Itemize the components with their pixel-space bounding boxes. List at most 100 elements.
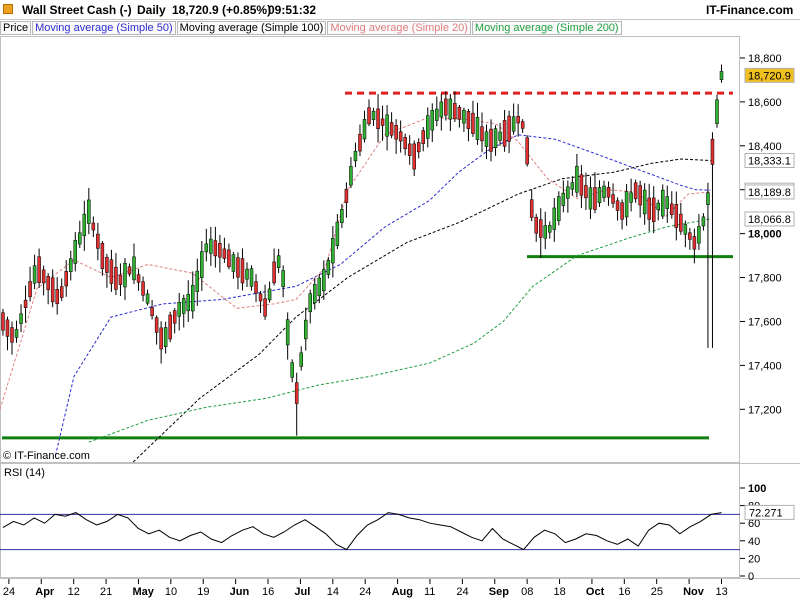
x-tick-label: 24 [359, 586, 371, 598]
candle-body [1, 312, 5, 331]
candle-body [227, 249, 231, 268]
candle-body [154, 317, 159, 333]
x-tick-label: 16 [262, 586, 274, 598]
candle-body [584, 185, 588, 199]
candle-body [552, 207, 557, 230]
candle-body [236, 257, 240, 278]
rsi-tick-label: 60 [748, 518, 760, 530]
candle-body [191, 285, 195, 312]
candle-body [525, 137, 529, 165]
price-tick-label: 17,200 [748, 404, 782, 416]
candle-body [78, 232, 82, 245]
candle-body [172, 310, 177, 324]
candle-body [326, 260, 331, 275]
rsi-pane-border [0, 463, 740, 578]
price-pane-border [0, 36, 740, 463]
candle-body [629, 192, 633, 203]
candle-body [290, 362, 294, 378]
candle-body [285, 319, 290, 346]
candle-body [534, 216, 538, 234]
candle-body [453, 103, 457, 120]
candle-body [566, 186, 570, 199]
copyright-label: © IT-Finance.com [3, 450, 90, 462]
candle-body [14, 329, 19, 338]
candle-body [493, 128, 498, 148]
candle-body [466, 111, 471, 129]
candle-body [570, 182, 575, 190]
candle-body [299, 352, 303, 367]
candle-body [73, 240, 78, 264]
candle-body [186, 294, 190, 312]
candle-body [475, 116, 480, 140]
price-chart[interactable]: 17,20017,40017,60017,80018,00018,20018,4… [0, 0, 800, 600]
candle-body [624, 191, 629, 218]
candle-body [715, 99, 719, 124]
candle-body [28, 281, 32, 298]
candle-body [159, 327, 163, 350]
candle-body [394, 125, 398, 140]
candle-body [358, 133, 362, 152]
x-tick-label: 13 [716, 586, 728, 598]
candle-body [421, 130, 425, 144]
candle-body [204, 243, 209, 253]
candle-body [23, 299, 28, 308]
candle-body [109, 259, 114, 284]
candle-body [254, 281, 258, 294]
candle-body [367, 107, 371, 125]
rsi-tick-label: 100 [748, 483, 766, 495]
candle-body [380, 118, 385, 126]
price-tick-label: 18,000 [748, 229, 782, 241]
candle-body [276, 255, 281, 268]
x-tick-label: 24 [456, 586, 468, 598]
candle-body [435, 108, 439, 121]
candle-body [489, 128, 493, 152]
candle-body [64, 271, 68, 287]
candle-body [511, 116, 516, 132]
rsi-tick-label: 40 [748, 536, 760, 548]
candle-body [674, 204, 679, 228]
candle-body [335, 221, 340, 246]
candle-body [710, 138, 715, 165]
moving-average-line [88, 218, 711, 443]
candle-body [340, 209, 344, 223]
candle-body [597, 187, 602, 204]
candle-body [462, 109, 466, 124]
candle-body [141, 281, 145, 296]
candle-body [611, 194, 615, 204]
candle-body [37, 256, 41, 283]
candle-body [430, 109, 435, 131]
candle-body [679, 213, 683, 232]
x-tick-label: Jul [294, 586, 310, 598]
candle-body [353, 150, 358, 162]
candle-body [719, 71, 724, 80]
candle-body [633, 182, 638, 200]
candle-body [620, 202, 624, 220]
x-tick-label: 14 [327, 586, 339, 598]
candle-body [656, 202, 660, 211]
candle-body [10, 327, 14, 343]
candle-body [55, 289, 59, 305]
candle-body [150, 307, 154, 317]
candle-body [593, 187, 597, 210]
candle-body [697, 226, 701, 244]
x-tick-label: 21 [100, 586, 112, 598]
candle-body [507, 115, 511, 142]
rsi-line [2, 512, 722, 551]
candle-body [177, 302, 181, 317]
candle-body [344, 188, 349, 203]
candle-body [638, 185, 642, 206]
candle-body [240, 258, 245, 284]
candle-body [41, 269, 46, 284]
candle-body [588, 187, 593, 210]
price-tick-label: 18,800 [748, 53, 782, 65]
moving-average-line [55, 134, 711, 456]
candle-body [168, 314, 172, 340]
candle-body [670, 203, 674, 215]
candle-body [100, 243, 105, 269]
candle-body [371, 110, 376, 120]
candle-body [498, 131, 502, 141]
candle-body [281, 270, 285, 288]
x-tick-label: Sep [489, 586, 509, 598]
candle-body [96, 233, 100, 249]
candle-body [68, 258, 73, 272]
